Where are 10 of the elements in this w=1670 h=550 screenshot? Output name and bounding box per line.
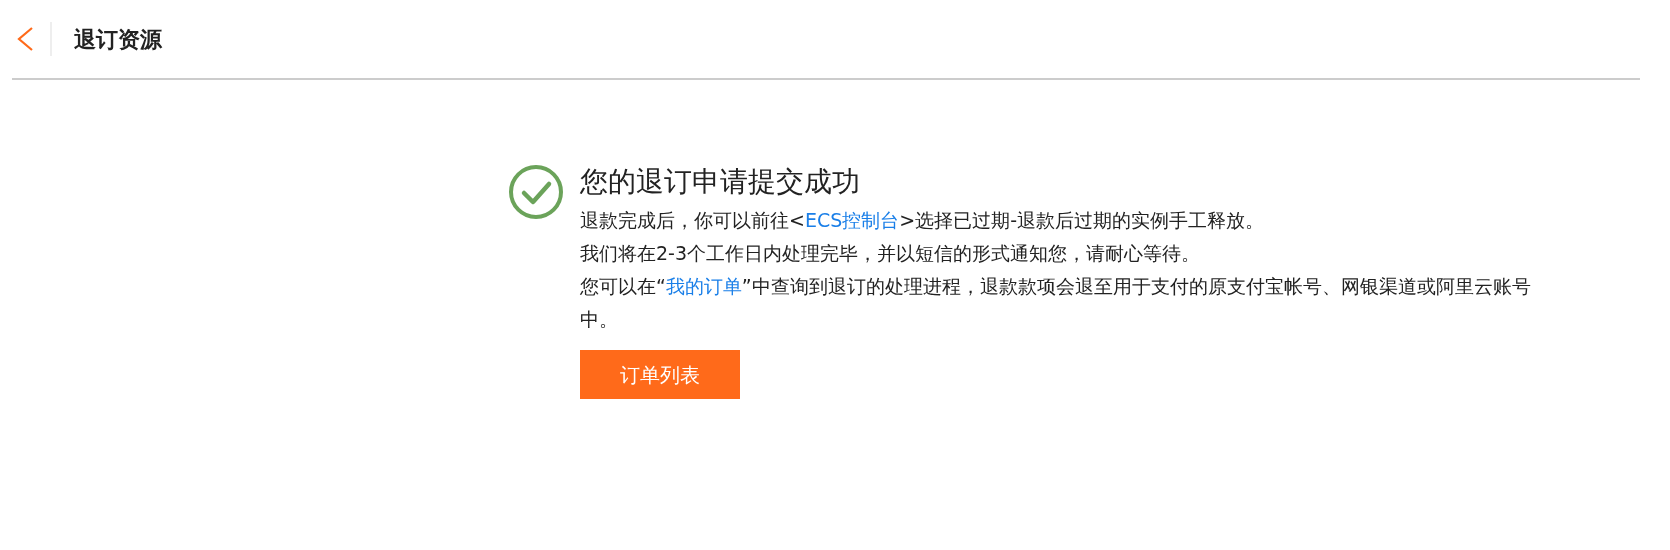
page-title: 退订资源 — [74, 25, 162, 54]
text-link[interactable]: 我的订单 — [665, 275, 742, 297]
info-text: 我们将在2-3个工作日内处理完毕，并以短信的形式通知您，请耐心等待。 — [580, 241, 1202, 266]
info-text: 退款完成后，你可以前往<ECS控制台>选择已过期-退款后过期的实例手工释放。 — [580, 208, 1266, 233]
order-list-button[interactable]: 订单列表 — [580, 350, 740, 399]
info-text: 您可以在“我的订单”中查询到退订的处理进程，退款款项会退至用于支付的原支付宝帐号、网银渠道或阿里云账号中。 — [580, 274, 1532, 332]
success-check-icon — [508, 164, 564, 220]
result-title: 您的退订申请提交成功 — [580, 164, 861, 200]
back-icon[interactable] — [16, 26, 34, 52]
text-link[interactable]: ECS控制台 — [804, 209, 900, 231]
